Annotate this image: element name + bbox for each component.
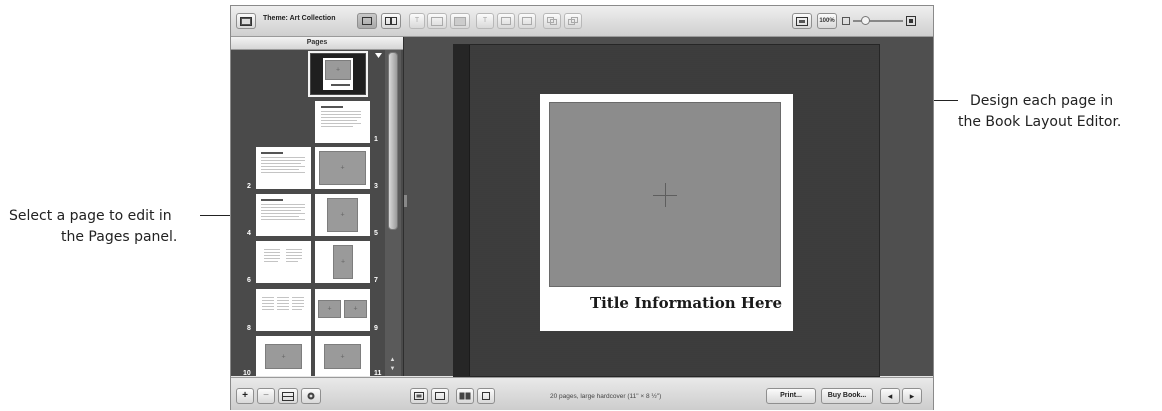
buy-book-button[interactable]: Buy Book... (821, 388, 873, 404)
bring-forward-button[interactable] (543, 13, 561, 29)
page-number-5: 5 (374, 230, 378, 237)
zoom-slider[interactable] (853, 16, 903, 25)
page-thumbnail-1[interactable] (315, 101, 370, 143)
page-number-2: 2 (247, 183, 251, 190)
view-spread-button[interactable] (381, 13, 401, 29)
page-number-6: 6 (247, 277, 251, 284)
show-all-pages-button[interactable] (410, 388, 428, 404)
layers-back-icon (568, 17, 578, 25)
iphoto-book-window: Theme: Art Collection T T 100% Pages + 1… (230, 5, 934, 410)
fullscreen-button[interactable] (792, 13, 812, 29)
book-title-text[interactable]: Title Information Here (540, 294, 782, 312)
text-style-button[interactable]: T (409, 13, 425, 29)
book-layout-editor: Title Information Here (404, 37, 933, 377)
book-spine (454, 45, 470, 376)
page-number-4: 4 (247, 230, 251, 237)
layout-icon (282, 392, 294, 401)
page-thumbnail-2[interactable] (256, 147, 311, 189)
photo-box-button[interactable] (497, 13, 515, 29)
left-callout-line1: Select a page to edit in (9, 208, 172, 224)
page-view-icon (414, 392, 424, 400)
page-number-1: 1 (374, 136, 378, 143)
action-menu-button[interactable] (301, 388, 321, 404)
layers-icon (547, 17, 557, 25)
layout-menu-button[interactable] (278, 388, 298, 404)
single-page-view-button[interactable] (477, 388, 495, 404)
page-thumbnail-cover[interactable] (308, 51, 368, 97)
photo-frame-button[interactable] (427, 13, 447, 29)
single-page-icon (362, 17, 372, 25)
spread-view-button[interactable] (456, 388, 474, 404)
zoom-out-icon (842, 17, 850, 25)
map-box-button[interactable] (518, 13, 536, 29)
book-icon (240, 17, 252, 26)
photo-placeholder[interactable] (549, 102, 781, 287)
page-number-10: 10 (243, 370, 251, 377)
page-number-7: 7 (374, 277, 378, 284)
crosshair-icon-vertical (665, 183, 666, 207)
page-thumbnail-3[interactable] (315, 147, 370, 189)
send-backward-button[interactable] (564, 13, 582, 29)
previous-page-button[interactable]: ◂ (880, 388, 900, 404)
page-thumbnail-7[interactable] (315, 241, 370, 283)
print-button[interactable]: Print... (766, 388, 816, 404)
remove-button[interactable]: − (257, 388, 275, 404)
book-info-status: 20 pages, large hardcover (11" × 8 ½") (550, 393, 662, 400)
page-number-8: 8 (247, 325, 251, 332)
right-callout-line2: the Book Layout Editor. (958, 114, 1122, 130)
next-page-button[interactable]: ▸ (902, 388, 922, 404)
pages-scrollbar-thumb[interactable] (388, 52, 398, 230)
view-single-page-button[interactable] (357, 13, 377, 29)
background-icon (454, 17, 466, 26)
theme-label: Theme: Art Collection (263, 15, 336, 22)
fullscreen-icon (796, 17, 808, 26)
show-page-button[interactable] (431, 388, 449, 404)
page-number-3: 3 (374, 183, 378, 190)
zoom-in-icon (906, 16, 916, 26)
add-button[interactable]: + (236, 388, 254, 404)
page-thumbnail-11[interactable] (315, 336, 370, 376)
page-small-icon (435, 392, 445, 400)
page-thumbnail-6[interactable] (256, 241, 311, 283)
page-thumbnail-10[interactable] (256, 336, 311, 376)
book-cover[interactable]: Title Information Here (453, 44, 880, 377)
page-number-11: 11 (374, 370, 382, 377)
scroll-down-arrow-icon[interactable]: ▼ (387, 365, 398, 373)
map-box-icon (522, 17, 532, 25)
pages-panel-header: Pages (231, 37, 403, 50)
panel-resize-handle[interactable] (404, 195, 407, 207)
bottom-toolbar: + − 20 pages, large hardcover (11" × 8 ½… (231, 377, 933, 410)
page-thumbnail-5[interactable] (315, 194, 370, 236)
book-spread-icon (459, 392, 471, 400)
spread-icon (385, 17, 397, 25)
single-page-view-icon (482, 392, 490, 400)
cover-photo-page[interactable]: Title Information Here (540, 94, 793, 331)
left-callout-line2: the Pages panel. (61, 229, 178, 245)
background-button[interactable] (450, 13, 470, 29)
book-theme-button[interactable] (236, 13, 256, 29)
page-number-9: 9 (374, 325, 378, 332)
photo-box-icon (501, 17, 511, 25)
text-box-button[interactable]: T (476, 13, 494, 29)
scroll-up-arrow-icon[interactable]: ▲ (387, 356, 398, 364)
pages-panel: Pages 1 2 3 4 (231, 37, 404, 377)
frame-icon (431, 17, 443, 26)
top-toolbar: Theme: Art Collection T T 100% (231, 6, 933, 37)
page-thumbnail-9[interactable] (315, 289, 370, 331)
right-callout-line1: Design each page in (970, 93, 1114, 109)
page-thumbnail-8[interactable] (256, 289, 311, 331)
zoom-slider-knob[interactable] (861, 16, 871, 25)
pages-scrollbar[interactable]: ▲ ▼ (385, 50, 401, 376)
gear-icon (307, 392, 315, 400)
cover-menu-arrow-icon[interactable] (375, 53, 382, 58)
page-thumbnail-4[interactable] (256, 194, 311, 236)
zoom-100-button[interactable]: 100% (817, 13, 837, 29)
